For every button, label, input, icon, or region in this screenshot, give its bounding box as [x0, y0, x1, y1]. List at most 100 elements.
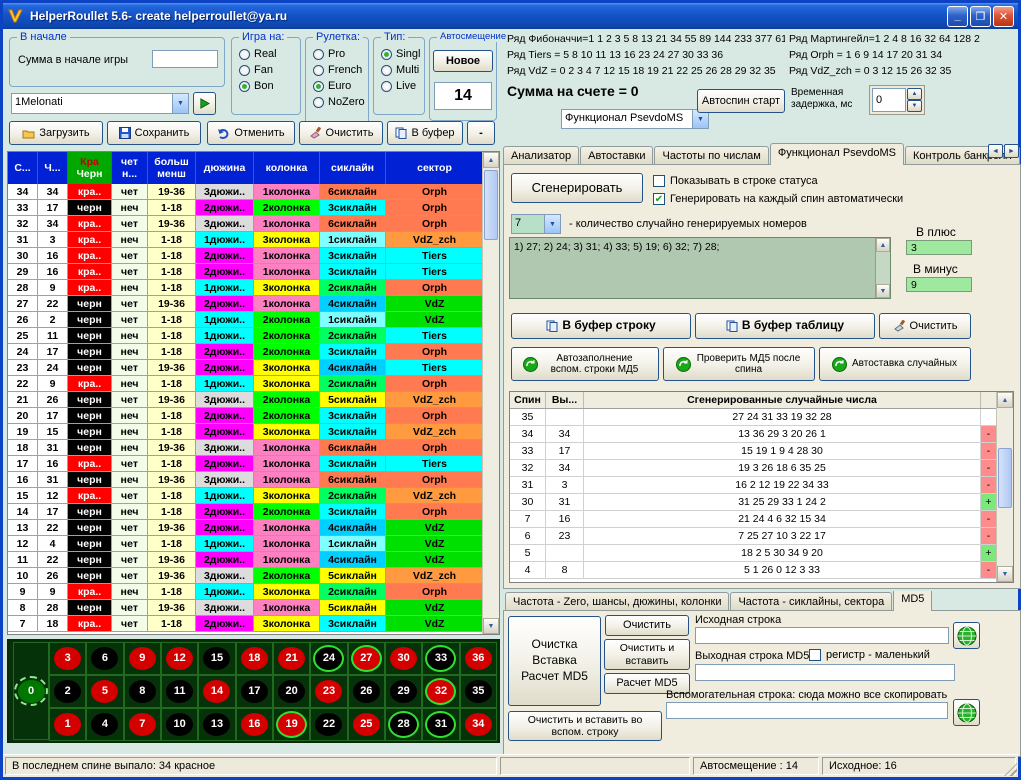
history-row[interactable]: 2417черннеч1-182дюжи..2колонка3сиклайнOr… — [8, 344, 482, 360]
board-cell[interactable]: 34 — [460, 708, 497, 741]
check-md5-button[interactable]: Проверить МД5 после спина — [663, 347, 815, 381]
delay-value[interactable]: 0 — [872, 88, 906, 112]
scrollbar-thumb[interactable] — [484, 170, 498, 240]
history-row[interactable]: 1122чернчет19-362дюжи..1колонка4сиклайнV… — [8, 552, 482, 568]
scrollbar-thumb[interactable] — [998, 448, 1012, 508]
board-cell[interactable]: 3 — [49, 642, 86, 675]
register-checkbox[interactable]: регистр - маленький — [809, 649, 930, 661]
tab-scroll-left-icon[interactable]: ◄ — [988, 144, 1003, 158]
functional-select[interactable]: Функционал PsevdoMS ▼ — [561, 109, 709, 129]
radio-pro[interactable]: Pro — [313, 48, 368, 60]
scroll-up-icon[interactable]: ▲ — [483, 152, 499, 168]
radio-nozero[interactable]: NoZero — [313, 96, 368, 108]
buffer-button[interactable]: В буфер — [387, 121, 463, 145]
close-button[interactable]: ✕ — [993, 6, 1014, 27]
checkbox-icon[interactable] — [653, 175, 665, 187]
checkbox-icon[interactable] — [809, 649, 821, 661]
board-cell[interactable]: 25 — [348, 708, 385, 741]
tab-md5[interactable]: MD5 — [893, 591, 932, 611]
undo-button[interactable]: Отменить — [207, 121, 295, 145]
radio-live[interactable]: Live — [381, 80, 424, 92]
chevron-down-icon[interactable]: ▼ — [544, 215, 560, 233]
radio-euro[interactable]: Euro — [313, 80, 368, 92]
board-cell[interactable]: 36 — [460, 642, 497, 675]
board-cell[interactable]: 19 — [273, 708, 310, 741]
history-row[interactable]: 3434кра..чет19-363дюжи..1колонка6сиклайн… — [8, 184, 482, 200]
checkbox-icon[interactable]: ✔ — [653, 193, 665, 205]
board-cell[interactable]: 9 — [124, 642, 161, 675]
history-row[interactable]: 2126чернчет19-363дюжи..2колонка5сиклайнV… — [8, 392, 482, 408]
tab-частота-сиклайны-сектора[interactable]: Частота - сиклайны, сектора — [730, 592, 892, 611]
board-cell[interactable]: 11 — [161, 675, 198, 708]
history-row[interactable]: 1417черннеч1-182дюжи..2колонка3сиклайнOr… — [8, 504, 482, 520]
board-cell[interactable]: 17 — [236, 675, 273, 708]
radio-multi[interactable]: Multi — [381, 64, 424, 76]
history-scrollbar[interactable]: ▲ ▼ — [482, 152, 499, 634]
globe-button-aux[interactable] — [953, 699, 980, 726]
delay-spinner[interactable]: 0 ▲ ▼ — [869, 85, 925, 115]
tab-функционал-psevdoms[interactable]: Функционал PsevdoMS — [770, 143, 904, 165]
board-cell[interactable]: 30 — [385, 642, 422, 675]
md5-clear-paste-button[interactable]: Очистить и вставить — [604, 639, 690, 670]
history-header-cell[interactable]: четн... — [112, 152, 148, 184]
auto-generate-checkbox[interactable]: ✔ Генерировать на каждый спин автоматиче… — [653, 193, 903, 205]
generated-row[interactable]: 331715 19 1 9 4 28 30- — [510, 443, 996, 460]
autofill-md5-button[interactable]: Автозаполнение вспом. строки МД5 — [511, 347, 659, 381]
board-cell[interactable]: 27 — [348, 642, 385, 675]
history-header-cell[interactable]: Ч... — [38, 152, 68, 184]
generated-box-scrollbar[interactable]: ▲ ▼ — [875, 238, 890, 298]
source-string-input[interactable] — [695, 627, 949, 644]
board-cell[interactable]: 20 — [273, 675, 310, 708]
aux-string-input[interactable] — [666, 702, 948, 719]
tab-частоты-по-числам[interactable]: Частоты по числам — [654, 146, 768, 165]
generated-row[interactable]: 323419 3 26 18 6 35 25- — [510, 460, 996, 477]
generated-row[interactable]: 485 1 26 0 12 3 33- — [510, 562, 996, 579]
board-cell[interactable]: 7 — [124, 708, 161, 741]
generated-row[interactable]: 6237 25 27 10 3 22 17- — [510, 528, 996, 545]
show-status-checkbox[interactable]: Показывать в строке статуса — [653, 175, 818, 187]
md5-clear-button[interactable]: Очистить — [605, 615, 689, 636]
history-row[interactable]: 2511черннеч1-181дюжи..2колонка2сиклайнTi… — [8, 328, 482, 344]
globe-button-source[interactable] — [953, 622, 980, 649]
generated-numbers-box[interactable]: 1) 27; 2) 24; 3) 31; 4) 33; 5) 19; 6) 32… — [509, 237, 891, 299]
board-cell[interactable]: 28 — [385, 708, 422, 741]
radio-french[interactable]: French — [313, 64, 368, 76]
tab-частота-zero-шансы-дюжины-колонки[interactable]: Частота - Zero, шансы, дюжины, колонки — [505, 592, 729, 611]
radio-bon[interactable]: Bon — [239, 80, 300, 92]
history-header-cell[interactable]: сектор — [386, 152, 482, 184]
load-button[interactable]: Загрузить — [9, 121, 103, 145]
board-cell[interactable]: 24 — [310, 642, 347, 675]
history-header-cell[interactable]: колонка — [254, 152, 320, 184]
tab-анализатор[interactable]: Анализатор — [503, 146, 579, 165]
scroll-down-icon[interactable]: ▼ — [483, 618, 499, 634]
maximize-button[interactable]: ❐ — [970, 6, 991, 27]
history-row[interactable]: 99кра..неч1-181дюжи..3колонка2сиклайнOrp… — [8, 584, 482, 600]
scroll-down-icon[interactable]: ▼ — [997, 566, 1013, 582]
board-cell[interactable]: 10 — [161, 708, 198, 741]
board-cell[interactable]: 18 — [236, 642, 273, 675]
history-row[interactable]: 1831черннеч19-363дюжи..1колонка6сиклайнO… — [8, 440, 482, 456]
generated-row[interactable]: 303131 25 29 33 1 24 2+ — [510, 494, 996, 511]
clear-button[interactable]: Очистить — [299, 121, 383, 145]
board-cell[interactable]: 26 — [348, 675, 385, 708]
history-row[interactable]: 289кра..неч1-181дюжи..3колонка2сиклайнOr… — [8, 280, 482, 296]
autobet-button[interactable]: Автоставка случайных — [819, 347, 971, 381]
buffer-string-button[interactable]: В буфер строку — [511, 313, 691, 339]
output-md5-input[interactable] — [695, 664, 955, 681]
board-cell[interactable]: 1 — [49, 708, 86, 741]
board-cell[interactable]: 12 — [161, 642, 198, 675]
begin-sum-input[interactable] — [152, 50, 218, 68]
board-cell[interactable]: 22 — [310, 708, 347, 741]
history-header-cell[interactable]: большменш — [148, 152, 196, 184]
board-cell[interactable]: 13 — [198, 708, 235, 741]
generated-row[interactable]: 518 2 5 30 34 9 20+ — [510, 545, 996, 562]
board-cell[interactable]: 35 — [460, 675, 497, 708]
history-row[interactable]: 1716кра..чет1-182дюжи..1колонка3сиклайнT… — [8, 456, 482, 472]
history-row[interactable]: 1026чернчет19-363дюжи..2колонка5сиклайнV… — [8, 568, 482, 584]
history-row[interactable]: 828чернчет19-363дюжи..1колонка5сиклайнVd… — [8, 600, 482, 616]
radio-singl[interactable]: Singl — [381, 48, 424, 60]
board-cell[interactable]: 29 — [385, 675, 422, 708]
board-cell[interactable]: 2 — [49, 675, 86, 708]
generated-row[interactable]: 71621 24 4 6 32 15 34- — [510, 511, 996, 528]
board-cell[interactable]: 33 — [422, 642, 459, 675]
